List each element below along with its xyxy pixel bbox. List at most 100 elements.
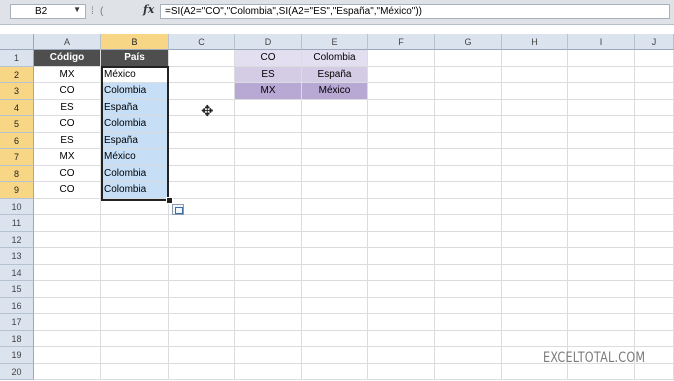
empty-cell[interactable] [502,215,568,232]
empty-cell[interactable] [235,264,302,281]
empty-cell[interactable] [34,231,101,248]
col-header-a[interactable]: A [34,34,101,50]
empty-cell[interactable] [169,264,235,281]
empty-cell[interactable] [235,215,302,232]
chevron-down-icon[interactable]: ▼ [73,5,81,14]
empty-cell[interactable] [34,297,101,314]
empty-cell[interactable] [169,83,235,100]
empty-cell[interactable] [235,116,302,133]
empty-cell[interactable] [101,248,169,265]
empty-cell[interactable] [302,297,368,314]
empty-cell[interactable] [169,132,235,149]
row-header[interactable]: 3 [0,83,34,100]
empty-cell[interactable] [435,314,502,331]
empty-cell[interactable] [635,116,674,133]
empty-cell[interactable] [101,363,169,380]
empty-cell[interactable] [169,363,235,380]
cancel-enter-buttons[interactable]: ( [100,4,130,19]
empty-cell[interactable] [635,231,674,248]
col-header-h[interactable]: H [502,34,568,50]
empty-cell[interactable] [635,99,674,116]
country-cell-active[interactable]: México [101,66,169,83]
empty-cell[interactable] [302,198,368,215]
empty-cell[interactable] [34,281,101,298]
row-header[interactable]: 17 [0,314,34,331]
code-cell[interactable]: MX [34,66,101,83]
empty-cell[interactable] [435,182,502,199]
empty-cell[interactable] [101,330,169,347]
empty-cell[interactable] [502,99,568,116]
empty-cell[interactable] [101,281,169,298]
lookup-country-es[interactable]: España [302,66,368,83]
empty-cell[interactable] [568,50,635,67]
code-cell[interactable]: CO [34,182,101,199]
row-header[interactable]: 11 [0,215,34,232]
empty-cell[interactable] [368,132,435,149]
lookup-code-co[interactable]: CO [235,50,302,67]
empty-cell[interactable] [34,363,101,380]
empty-cell[interactable] [435,149,502,166]
empty-cell[interactable] [502,132,568,149]
col-header-f[interactable]: F [368,34,435,50]
empty-cell[interactable] [435,248,502,265]
empty-cell[interactable] [368,50,435,67]
empty-cell[interactable] [368,347,435,364]
code-cell[interactable]: CO [34,83,101,100]
insert-function-icon[interactable]: fx [143,3,154,16]
empty-cell[interactable] [368,314,435,331]
empty-cell[interactable] [302,116,368,133]
empty-cell[interactable] [635,248,674,265]
empty-cell[interactable] [502,231,568,248]
empty-cell[interactable] [169,281,235,298]
empty-cell[interactable] [302,231,368,248]
col-header-i[interactable]: I [568,34,635,50]
empty-cell[interactable] [235,198,302,215]
empty-cell[interactable] [101,347,169,364]
empty-cell[interactable] [169,248,235,265]
empty-cell[interactable] [568,83,635,100]
row-header[interactable]: 20 [0,363,34,380]
country-cell[interactable]: Colombia [101,83,169,100]
empty-cell[interactable] [368,99,435,116]
col-header-g[interactable]: G [435,34,502,50]
empty-cell[interactable] [635,281,674,298]
empty-cell[interactable] [368,198,435,215]
empty-cell[interactable] [435,99,502,116]
row-header[interactable]: 1 [0,50,34,67]
empty-cell[interactable] [302,363,368,380]
empty-cell[interactable] [368,231,435,248]
empty-cell[interactable] [635,314,674,331]
col-header-d[interactable]: D [235,34,302,50]
empty-cell[interactable] [502,248,568,265]
empty-cell[interactable] [635,165,674,182]
empty-cell[interactable] [502,165,568,182]
code-cell[interactable]: ES [34,99,101,116]
row-header[interactable]: 18 [0,330,34,347]
lookup-code-mx[interactable]: MX [235,83,302,100]
empty-cell[interactable] [169,50,235,67]
row-header[interactable]: 2 [0,66,34,83]
empty-cell[interactable] [34,215,101,232]
empty-cell[interactable] [568,149,635,166]
empty-cell[interactable] [502,66,568,83]
country-cell[interactable]: Colombia [101,182,169,199]
empty-cell[interactable] [635,66,674,83]
empty-cell[interactable] [368,248,435,265]
empty-cell[interactable] [34,330,101,347]
empty-cell[interactable] [568,198,635,215]
fill-handle[interactable] [166,197,173,204]
empty-cell[interactable] [34,248,101,265]
empty-cell[interactable] [169,297,235,314]
header-codigo[interactable]: Código [34,50,101,67]
empty-cell[interactable] [235,281,302,298]
empty-cell[interactable] [169,314,235,331]
row-header[interactable]: 7 [0,149,34,166]
col-header-c[interactable]: C [169,34,235,50]
country-cell[interactable]: España [101,99,169,116]
row-header[interactable]: 12 [0,231,34,248]
col-header-e[interactable]: E [302,34,368,50]
country-cell[interactable]: España [101,132,169,149]
row-header[interactable]: 16 [0,297,34,314]
empty-cell[interactable] [568,248,635,265]
empty-cell[interactable] [568,116,635,133]
